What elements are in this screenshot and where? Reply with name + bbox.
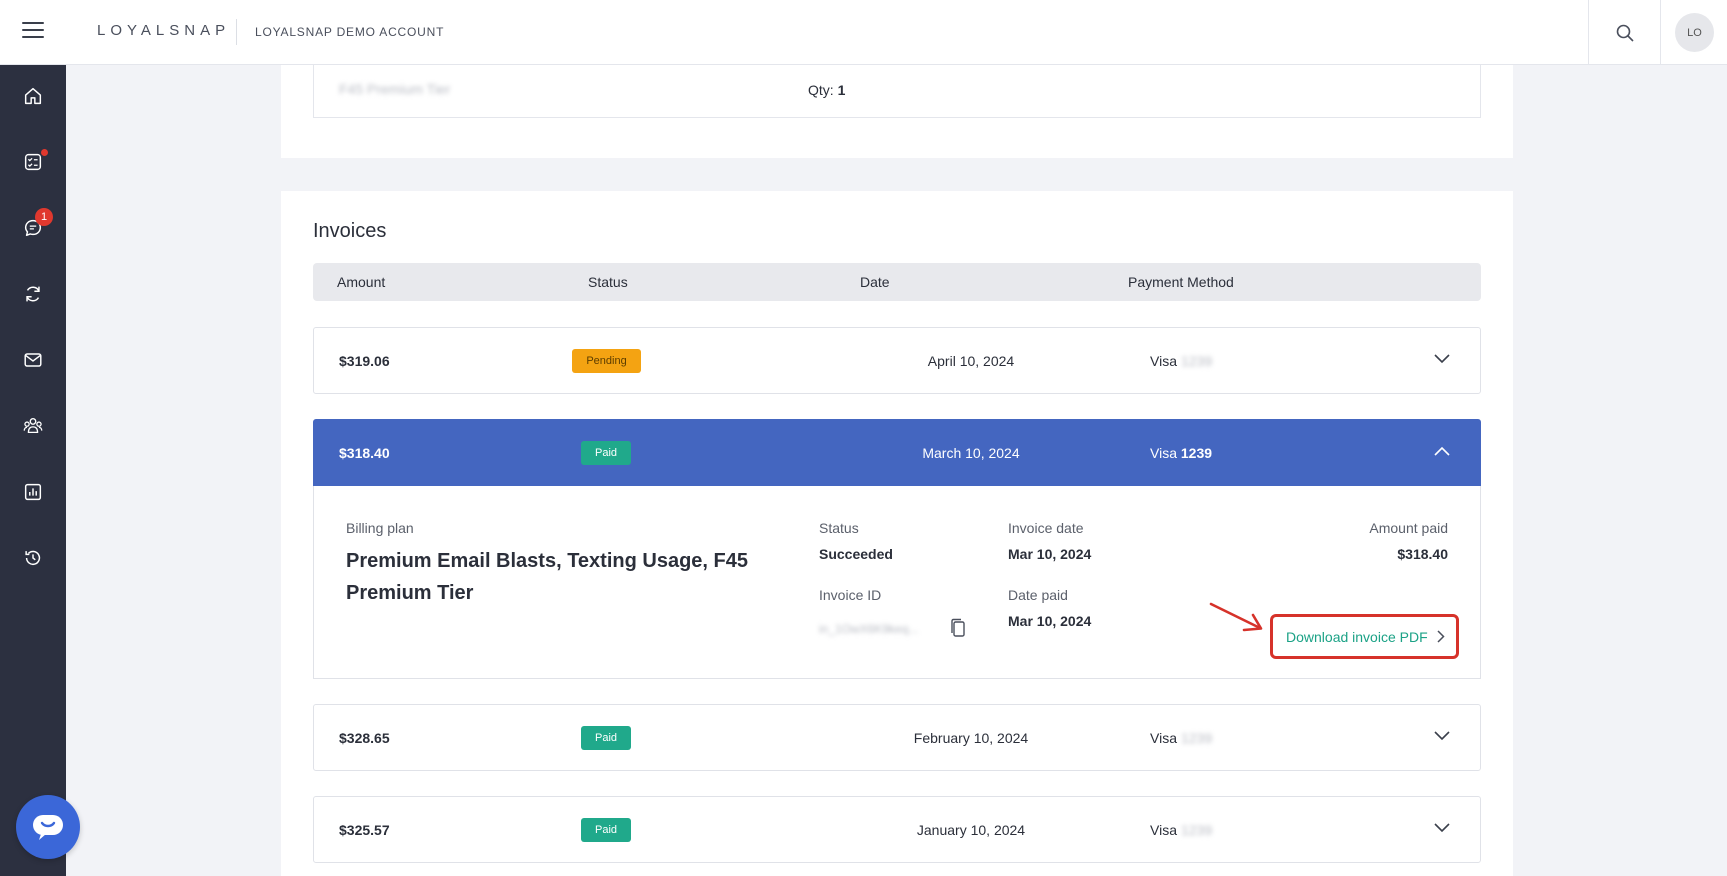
copy-icon[interactable] [950,618,966,638]
invoice-date-label: Invoice date [1008,520,1084,536]
qty-label: Qty: [808,82,834,98]
billing-plan-value: Premium Email Blasts, Texting Usage, F45… [346,550,748,604]
sidebar-item-messages[interactable]: 1 [0,203,66,253]
plan-item-name: F45 Premium Tier [339,81,451,97]
sidebar-item-history[interactable] [0,533,66,583]
payment-method: Visa 1239 [1150,730,1212,746]
status-badge: Paid [581,441,631,465]
chevron-right-icon [1437,630,1445,643]
support-chat-button[interactable] [16,795,80,859]
table-header: Amount Status Date Payment Method [313,263,1481,301]
sidebar-item-tasks[interactable] [0,137,66,187]
card-brand: Visa [1150,730,1177,746]
invoice-amount: $318.40 [339,445,390,461]
amount-paid-label: Amount paid [1369,520,1448,536]
search-button[interactable] [1588,0,1661,65]
card-brand: Visa [1150,353,1177,369]
card-last4: 1239 [1180,822,1213,838]
sidebar-item-sync[interactable] [0,269,66,319]
notification-dot [41,149,48,156]
invoice-id-label: Invoice ID [819,587,882,603]
refresh-icon [26,286,40,302]
payment-method: Visa 1239 [1150,353,1212,369]
billing-plan-label: Billing plan [346,520,414,536]
qty-value: 1 [837,82,846,98]
home-icon [24,87,42,105]
account-name: LOYALSNAP DEMO ACCOUNT [255,25,445,39]
invoice-date: April 10, 2024 [927,353,1015,369]
top-bar: LOYALSNAP LOYALSNAP DEMO ACCOUNT LO [0,0,1727,65]
invoice-row[interactable]: $325.57 Paid January 10, 2024 Visa 1239 [313,796,1481,863]
amount-paid-value: $318.40 [1397,546,1448,562]
invoice-date-value: Mar 10, 2024 [1008,546,1092,562]
invoice-date: March 10, 2024 [922,445,1020,461]
chat-bubble-icon [33,815,63,840]
sidebar: 1 [0,65,66,876]
divider [236,19,237,45]
download-invoice-pdf-label: Download invoice PDF [1286,628,1428,645]
plan-item-row: F45 Premium Tier Qty: 1 [313,65,1481,118]
notification-badge: 1 [35,208,53,226]
card-brand: Visa [1150,822,1177,838]
invoices-card: Invoices Amount Status Date Payment Meth… [281,191,1513,876]
card-last4: 1239 [1180,353,1213,369]
mail-icon [24,353,42,367]
invoice-id-value: in_1OwX6K9keq... [819,622,919,636]
payment-method: Visa 1239 [1150,822,1212,838]
reports-icon [24,483,42,501]
sidebar-item-mail[interactable] [0,335,66,385]
chevron-down-icon[interactable] [1434,731,1450,741]
status-badge: Paid [581,726,631,750]
date-paid-value: Mar 10, 2024 [1008,613,1092,629]
invoice-amount: $328.65 [339,730,390,746]
subscription-card: F45 Premium Tier Qty: 1 [281,65,1513,158]
history-icon [25,550,41,566]
sidebar-item-home[interactable] [0,71,66,121]
status-badge: Paid [581,818,631,842]
section-title: Invoices [313,220,387,242]
invoice-row[interactable]: $328.65 Paid February 10, 2024 Visa 1239 [313,704,1481,771]
chevron-up-icon[interactable] [1434,446,1450,456]
invoice-amount: $325.57 [339,822,390,838]
column-header-status: Status [588,274,628,290]
chevron-down-icon[interactable] [1434,823,1450,833]
annotation-arrow-icon [1209,602,1263,632]
sidebar-item-team[interactable] [0,401,66,451]
column-header-amount: Amount [337,274,386,290]
status-badge: Pending [572,349,641,373]
column-header-date: Date [860,274,890,290]
sidebar-item-reports[interactable] [0,467,66,517]
card-last4: 1239 [1180,445,1213,461]
team-icon [23,417,43,434]
date-paid-label: Date paid [1008,587,1068,603]
plan-item-qty: Qty: 1 [808,82,845,98]
avatar[interactable]: LO [1675,13,1714,52]
card-last4: 1239 [1180,730,1213,746]
column-header-payment-method: Payment Method [1128,274,1234,290]
status-value: Succeeded [819,546,893,562]
download-invoice-pdf-button[interactable]: Download invoice PDF [1270,614,1459,659]
status-label: Status [819,520,859,536]
invoice-row[interactable]: $319.06 Pending April 10, 2024 Visa 1239 [313,327,1481,394]
menu-icon[interactable] [22,22,44,40]
invoice-row-expanded[interactable]: $318.40 Paid March 10, 2024 Visa 1239 [313,419,1481,486]
app-logo[interactable]: LOYALSNAP [97,22,230,39]
invoice-date: January 10, 2024 [916,822,1026,838]
invoice-amount: $319.06 [339,353,390,369]
card-brand: Visa [1150,445,1177,461]
search-icon [1616,24,1634,42]
chevron-down-icon[interactable] [1434,354,1450,364]
payment-method: Visa 1239 [1150,445,1212,461]
invoice-date: February 10, 2024 [913,730,1029,746]
